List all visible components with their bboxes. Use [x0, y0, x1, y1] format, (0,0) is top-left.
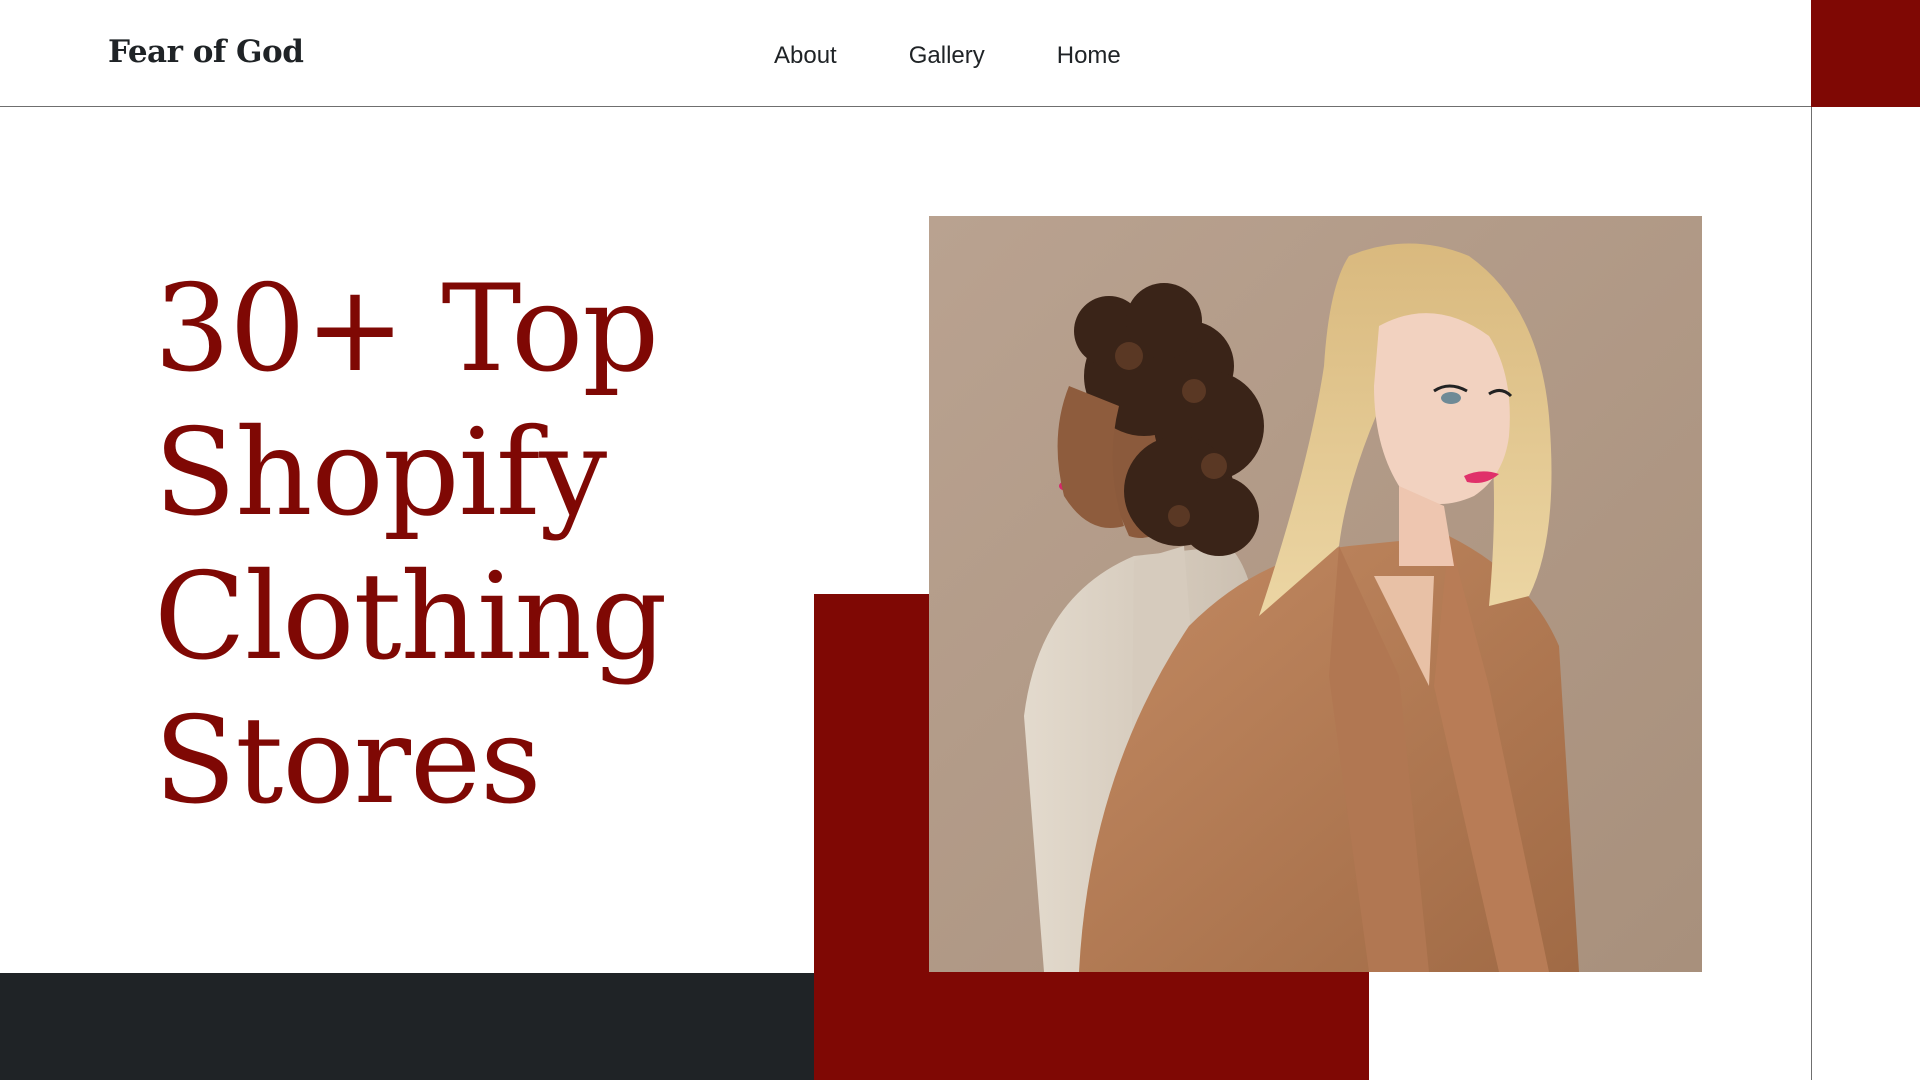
site-header: Fear of God About Gallery Home: [0, 0, 1811, 107]
hero-photo: [929, 216, 1702, 972]
nav-link-about[interactable]: About: [774, 42, 837, 70]
main-nav: About Gallery Home: [774, 42, 1121, 70]
dark-footer-band: [0, 973, 814, 1080]
headline-line-3: Clothing: [154, 548, 667, 687]
hero-photo-illustration: [929, 216, 1702, 972]
corner-accent-block: [1811, 0, 1920, 107]
headline-line-4: Stores: [154, 692, 542, 831]
nav-link-gallery[interactable]: Gallery: [909, 42, 985, 70]
headline-line-1: 30+ Top: [154, 260, 659, 399]
brand-logo[interactable]: Fear of God: [108, 34, 304, 70]
nav-link-home[interactable]: Home: [1057, 42, 1121, 70]
hero-headline: 30+ Top Shopify Clothing Stores: [154, 258, 804, 834]
headline-line-2: Shopify: [154, 404, 607, 543]
right-rail-divider: [1811, 107, 1812, 1080]
